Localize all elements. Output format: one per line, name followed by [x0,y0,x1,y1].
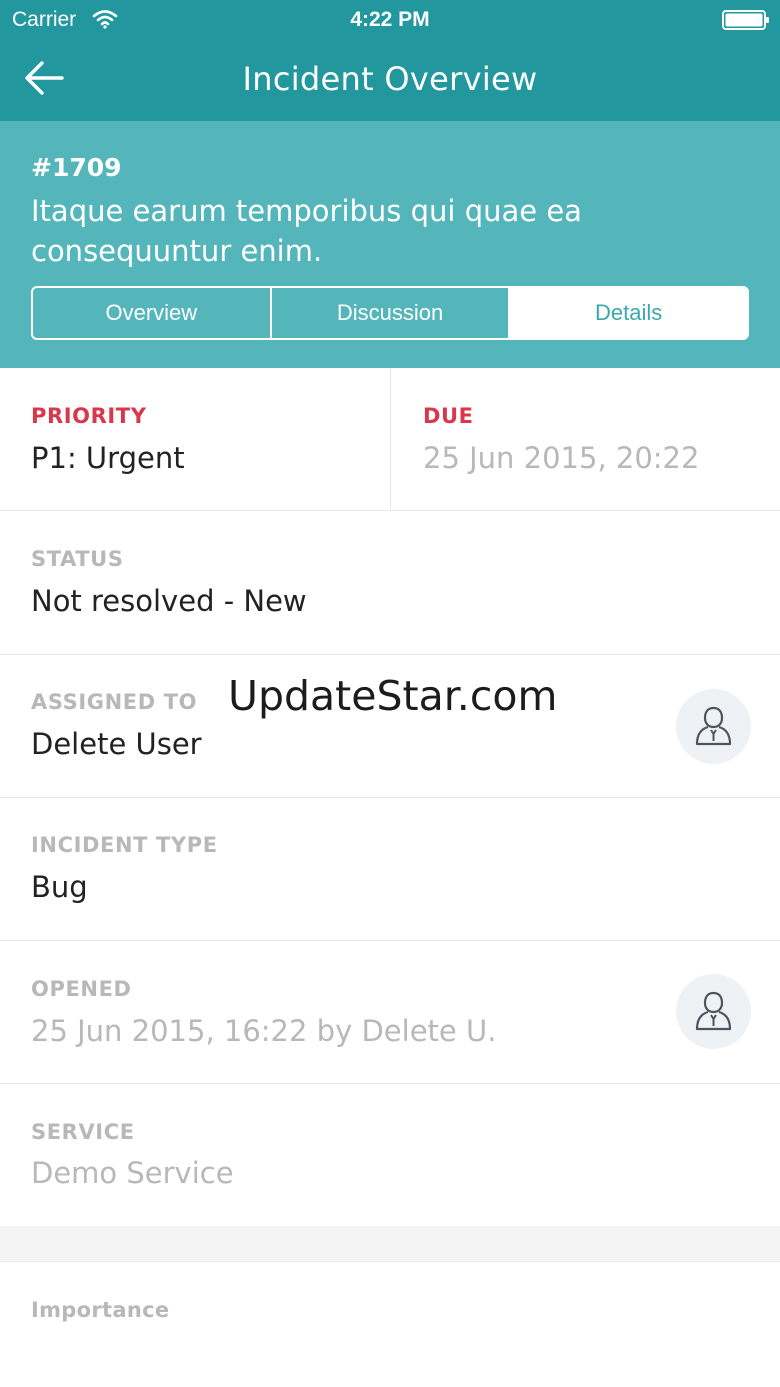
user-icon [695,706,732,746]
user-icon [695,991,732,1031]
assigned-to-label: ASSIGNED TO [31,690,198,714]
clock: 4:22 PM [350,8,430,31]
tab-discussion[interactable]: Discussion [269,288,509,338]
watermark-text: UpdateStar.com [228,672,558,720]
tab-overview[interactable]: Overview [33,288,270,338]
assignee-avatar[interactable] [676,689,751,764]
status-value: Not resolved - New [31,584,307,618]
tab-details[interactable]: Details [508,288,747,338]
page-title: Incident Overview [242,60,538,98]
priority-value: P1: Urgent [31,441,185,475]
importance-row[interactable]: Importance [0,1262,780,1387]
incident-type-label: INCIDENT TYPE [31,833,218,857]
importance-label: Importance [31,1298,170,1322]
incident-header: #1709 Itaque earum temporibus qui quae e… [0,121,780,368]
service-label: SERVICE [31,1120,135,1144]
opener-avatar[interactable] [676,974,751,1049]
incident-type-value: Bug [31,870,88,904]
incident-type-row[interactable]: INCIDENT TYPE Bug [0,798,780,941]
navigation-bar: Incident Overview [0,40,780,121]
opened-row: OPENED 25 Jun 2015, 16:22 by Delete U. [0,941,780,1084]
section-divider [0,1226,780,1262]
due-label: DUE [423,404,474,428]
opened-label: OPENED [31,977,132,1001]
priority-due-row: PRIORITY P1: Urgent DUE 25 Jun 2015, 20:… [0,368,780,511]
tab-segmented-control: Overview Discussion Details [31,286,749,340]
status-row[interactable]: STATUS Not resolved - New [0,511,780,655]
assigned-to-value: Delete User [31,727,202,761]
status-bar: Carrier 4:22 PM [0,0,780,40]
due-value: 25 Jun 2015, 20:22 [423,441,700,475]
service-row: SERVICE Demo Service [0,1084,780,1226]
incident-number: #1709 [31,153,122,182]
opened-value: 25 Jun 2015, 16:22 by Delete U. [31,1014,497,1048]
incident-summary: Itaque earum temporibus qui quae ea cons… [31,194,582,268]
battery-icon [722,10,769,30]
service-value: Demo Service [31,1156,234,1190]
column-divider [390,368,391,510]
status-label: STATUS [31,547,124,571]
priority-label: PRIORITY [31,404,147,428]
